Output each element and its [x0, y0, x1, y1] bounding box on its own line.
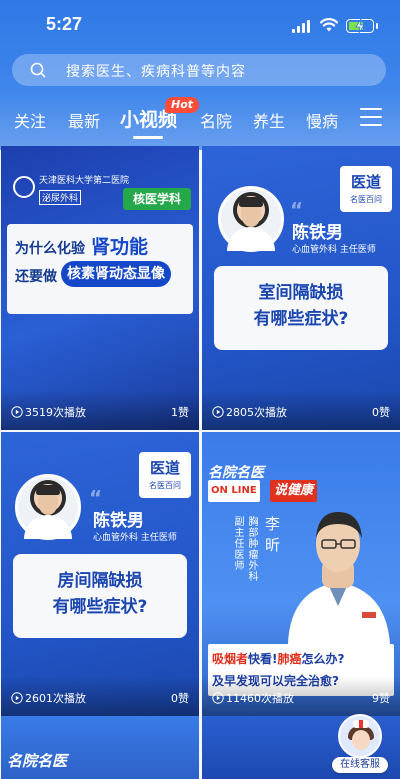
question-line2: 有哪些症状?: [52, 597, 148, 617]
hospital-name: 天津医科大学第二医院: [39, 176, 130, 186]
doctor-photo: [288, 512, 390, 644]
play-count-text: 2805次播放: [226, 406, 287, 419]
nurse-avatar-icon: [338, 714, 382, 758]
video-card[interactable]: 医道 名医百问 “ 陈铁男 心血管外科 主任医师 室间隔缺损 有哪些症状? 28…: [202, 146, 400, 430]
video-title-highlight: 肾功能: [91, 236, 149, 258]
video-card[interactable]: 名院名医 ON LINE 说健康 副主任医师 胸部肿瘤外科 李昕 吸烟者快看!肺…: [202, 432, 400, 716]
play-count: 3519次播放: [11, 404, 86, 420]
play-count-text: 11460次播放: [226, 692, 294, 705]
like-count: 0赞: [372, 406, 390, 419]
doctor-avatar: [15, 474, 81, 540]
search-placeholder: 搜索医生、疾病科普等内容: [66, 64, 246, 80]
doctor-title: 心血管外科 主任医师: [292, 245, 376, 255]
program-logo: 名院名医: [208, 465, 264, 481]
video-title-line1: 为什么化验: [15, 241, 85, 257]
tab-famous-hospitals[interactable]: 名院: [200, 108, 232, 132]
play-icon: [11, 406, 23, 418]
brand-badge: 医道 名医百问: [340, 166, 392, 212]
search-icon: [30, 62, 46, 78]
status-bar: 5:27: [0, 0, 400, 50]
active-tab-indicator: [133, 136, 163, 139]
department-tag: 核医学科: [123, 188, 191, 210]
doctor-title: 心血管外科 主任医师: [93, 533, 177, 543]
tab-follow[interactable]: 关注: [14, 108, 46, 132]
status-time: 5:27: [46, 14, 83, 34]
doctor-avatar: [218, 186, 284, 252]
video-card-partial[interactable]: 名院名医: [1, 716, 199, 779]
doctor-name: 陈铁男: [93, 511, 144, 531]
hospital-logo-icon: [13, 176, 35, 198]
tab-health[interactable]: 养生: [253, 108, 285, 132]
video-title-highlight-2: 核素肾动态显像: [61, 261, 171, 287]
question-line1: 室间隔缺损: [258, 283, 344, 303]
question-line1: 房间隔缺损: [57, 571, 143, 591]
program-logo: 名院名医: [7, 752, 68, 770]
wifi-icon: [320, 18, 338, 32]
question-line2: 有哪些症状?: [253, 309, 349, 329]
doctor-role: 副主任医师: [232, 516, 243, 571]
like-count: 0赞: [171, 692, 189, 705]
play-count: 2805次播放: [212, 404, 287, 420]
hospital-department: 泌尿外科: [39, 190, 82, 205]
play-count: 11460次播放: [212, 690, 294, 706]
online-service-button[interactable]: 在线客服: [330, 708, 390, 774]
play-count-text: 2601次播放: [25, 692, 86, 705]
brand-badge: 医道 名医百问: [139, 452, 191, 498]
battery-cap: [376, 23, 378, 29]
tab-latest[interactable]: 最新: [68, 108, 100, 132]
charging-icon: [355, 18, 365, 34]
doctor-name: 陈铁男: [292, 223, 343, 243]
video-title-line2: 还要做: [15, 269, 57, 285]
brand-title: 医道: [149, 459, 180, 477]
video-card[interactable]: 天津医科大学第二医院 泌尿外科 核医学科 为什么化验 肾功能 还要做 核素肾动态…: [1, 146, 199, 430]
brand-subtitle: 名医百问: [350, 195, 382, 204]
search-input[interactable]: 搜索医生、疾病科普等内容: [12, 54, 386, 86]
video-card[interactable]: 医道 名医百问 “ 陈铁男 心血管外科 主任医师 房间隔缺损 有哪些症状? 26…: [1, 432, 199, 716]
program-logo-online: ON LINE: [208, 480, 260, 502]
brand-subtitle: 名医百问: [149, 481, 181, 490]
category-tabs: 关注 最新 小视频 名院 养生 慢病: [0, 100, 400, 140]
hot-badge: Hot: [165, 97, 199, 113]
cellular-signal-icon: [292, 20, 312, 33]
play-icon: [11, 692, 23, 704]
play-icon: [212, 406, 224, 418]
play-count-text: 3519次播放: [25, 406, 86, 419]
play-icon: [212, 692, 224, 704]
online-service-label: 在线客服: [332, 757, 388, 773]
play-count: 2601次播放: [11, 690, 86, 706]
tab-chronic-disease[interactable]: 慢病: [306, 108, 338, 132]
menu-icon[interactable]: [360, 108, 382, 126]
like-count: 9赞: [372, 692, 390, 705]
caption-line1: 吸烟者快看!肺癌怎么办?: [212, 652, 345, 666]
like-count: 1赞: [171, 406, 189, 419]
doctor-department: 胸部肿瘤外科: [246, 516, 257, 582]
brand-title: 医道: [350, 173, 381, 191]
